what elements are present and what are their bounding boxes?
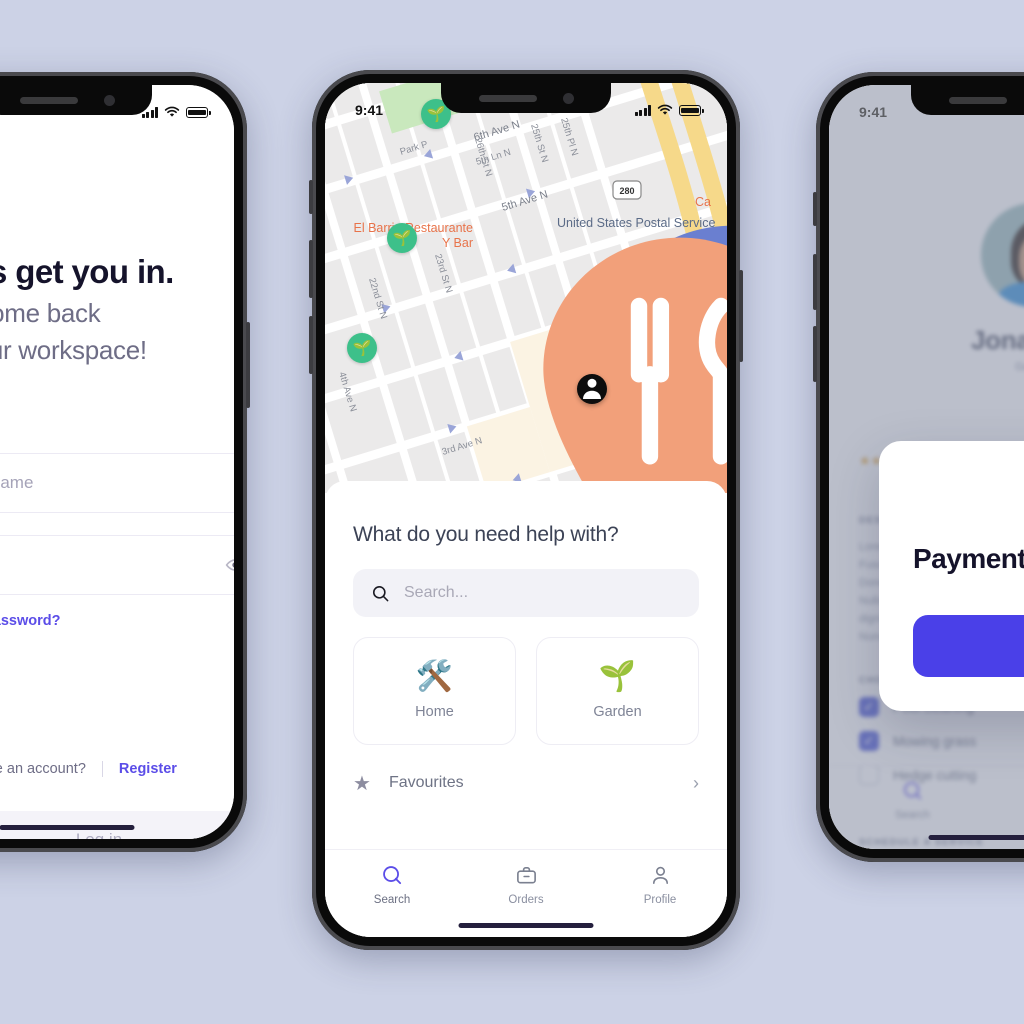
volume-down-button[interactable] <box>813 326 817 382</box>
search-icon <box>372 585 389 601</box>
modal-title: Payment successful <box>913 543 1024 574</box>
no-account-label: Don't have an account? <box>0 761 86 777</box>
notch <box>911 85 1024 115</box>
earpiece-speaker <box>948 96 1007 104</box>
divider <box>101 761 103 777</box>
tab-search[interactable]: Search <box>325 850 459 937</box>
eye-icon[interactable] <box>225 555 234 575</box>
sheet-title: What do you need help with? <box>353 523 619 546</box>
status-time: 9:41 <box>859 104 888 120</box>
category-card-garden[interactable]: 🌱 Garden <box>536 637 699 745</box>
garden-marker-icon-2[interactable]: 🌱 <box>387 223 417 253</box>
battery-icon <box>679 105 704 116</box>
volume-up-button[interactable] <box>309 240 313 298</box>
shield-280: 280 <box>612 180 642 200</box>
home-indicator <box>928 835 1024 840</box>
volume-down-button[interactable] <box>309 316 313 374</box>
search-placeholder: Search... <box>404 584 469 601</box>
home-indicator <box>458 923 594 928</box>
favourites-label: Favourites <box>388 774 464 791</box>
svg-text:280: 280 <box>619 186 634 196</box>
payment-success-modal: Payment successful Cool! Let's go <box>879 441 1024 711</box>
phone-left-login: 9:41 Let's get you in. Welcome back to y… <box>0 72 250 852</box>
tab-label-profile: Profile <box>643 894 677 906</box>
person-icon <box>652 866 668 884</box>
category-label-home: Home <box>415 704 454 720</box>
password-input[interactable]: Password <box>0 535 234 595</box>
tab-label-orders: Orders <box>508 894 544 906</box>
login-heading: Let's get you in. <box>0 253 174 290</box>
earpiece-speaker <box>478 94 537 102</box>
wifi-icon <box>657 104 673 115</box>
cellular-signal-icon <box>634 105 651 116</box>
briefcase-icon <box>516 867 536 884</box>
battery-icon <box>186 107 211 118</box>
phone-right-payment: Jonas Cooper Gardener ★★★★★ DESCRIPTION … <box>813 72 1024 862</box>
forgot-password-link[interactable]: Forgot password? <box>0 613 60 629</box>
earpiece-speaker <box>19 96 78 104</box>
map-view[interactable]: 280 31 11 78 <box>325 83 727 493</box>
status-indicators <box>141 106 211 118</box>
tab-profile[interactable]: Profile <box>593 850 727 937</box>
tools-icon: 🛠️ <box>415 660 454 693</box>
phone-center-search: 280 31 11 78 <box>309 70 743 950</box>
person-icon <box>583 378 601 399</box>
power-button[interactable] <box>246 322 250 408</box>
status-time: 9:41 <box>355 102 384 118</box>
left-screen: 9:41 Let's get you in. Welcome back to y… <box>0 85 234 839</box>
notch <box>441 83 611 113</box>
register-link[interactable]: Register <box>119 761 177 777</box>
category-label-garden: Garden <box>593 704 642 720</box>
favourites-row[interactable]: ★ Favourites › <box>353 766 699 800</box>
right-screen: Jonas Cooper Gardener ★★★★★ DESCRIPTION … <box>829 85 1024 849</box>
search-icon <box>382 866 401 885</box>
silent-switch[interactable] <box>813 192 817 226</box>
person-location-dot-icon[interactable] <box>577 374 607 404</box>
bottom-sheet: What do you need help with? Search... 🛠️… <box>325 481 727 937</box>
notch <box>0 85 152 115</box>
category-grid: 🛠️ Home 🌱 Garden <box>353 637 699 745</box>
chevron-right-icon: › <box>693 772 699 793</box>
login-screen: Let's get you in. Welcome back to your w… <box>0 85 234 839</box>
username-input[interactable]: Username <box>0 453 234 513</box>
center-screen: 280 31 11 78 <box>325 83 727 937</box>
username-placeholder: Username <box>0 473 34 492</box>
volume-up-button[interactable] <box>813 254 817 310</box>
silent-switch[interactable] <box>309 180 313 214</box>
ca-label: Ca <box>695 195 711 209</box>
modal-confirm-button[interactable]: Cool! Let's go <box>913 615 1024 677</box>
tab-label-search: Search <box>373 894 411 906</box>
home-indicator <box>0 825 135 830</box>
account-row: Don't have an account? Register <box>0 761 177 777</box>
power-button[interactable] <box>739 270 743 362</box>
restaurant-pin-icon-2[interactable] <box>670 190 727 493</box>
wifi-icon <box>164 106 180 117</box>
garden-marker-icon-3[interactable]: 🌱 <box>347 333 377 363</box>
status-indicators <box>634 104 704 116</box>
category-card-home[interactable]: 🛠️ Home <box>353 637 516 745</box>
search-input[interactable]: Search... <box>353 569 699 617</box>
plant-shovel-icon: 🌱 <box>598 660 637 693</box>
front-camera <box>103 94 115 106</box>
star-icon: ★ <box>353 772 371 795</box>
front-camera <box>562 92 574 104</box>
login-subtitle: Welcome back to your workspace! <box>0 298 147 365</box>
